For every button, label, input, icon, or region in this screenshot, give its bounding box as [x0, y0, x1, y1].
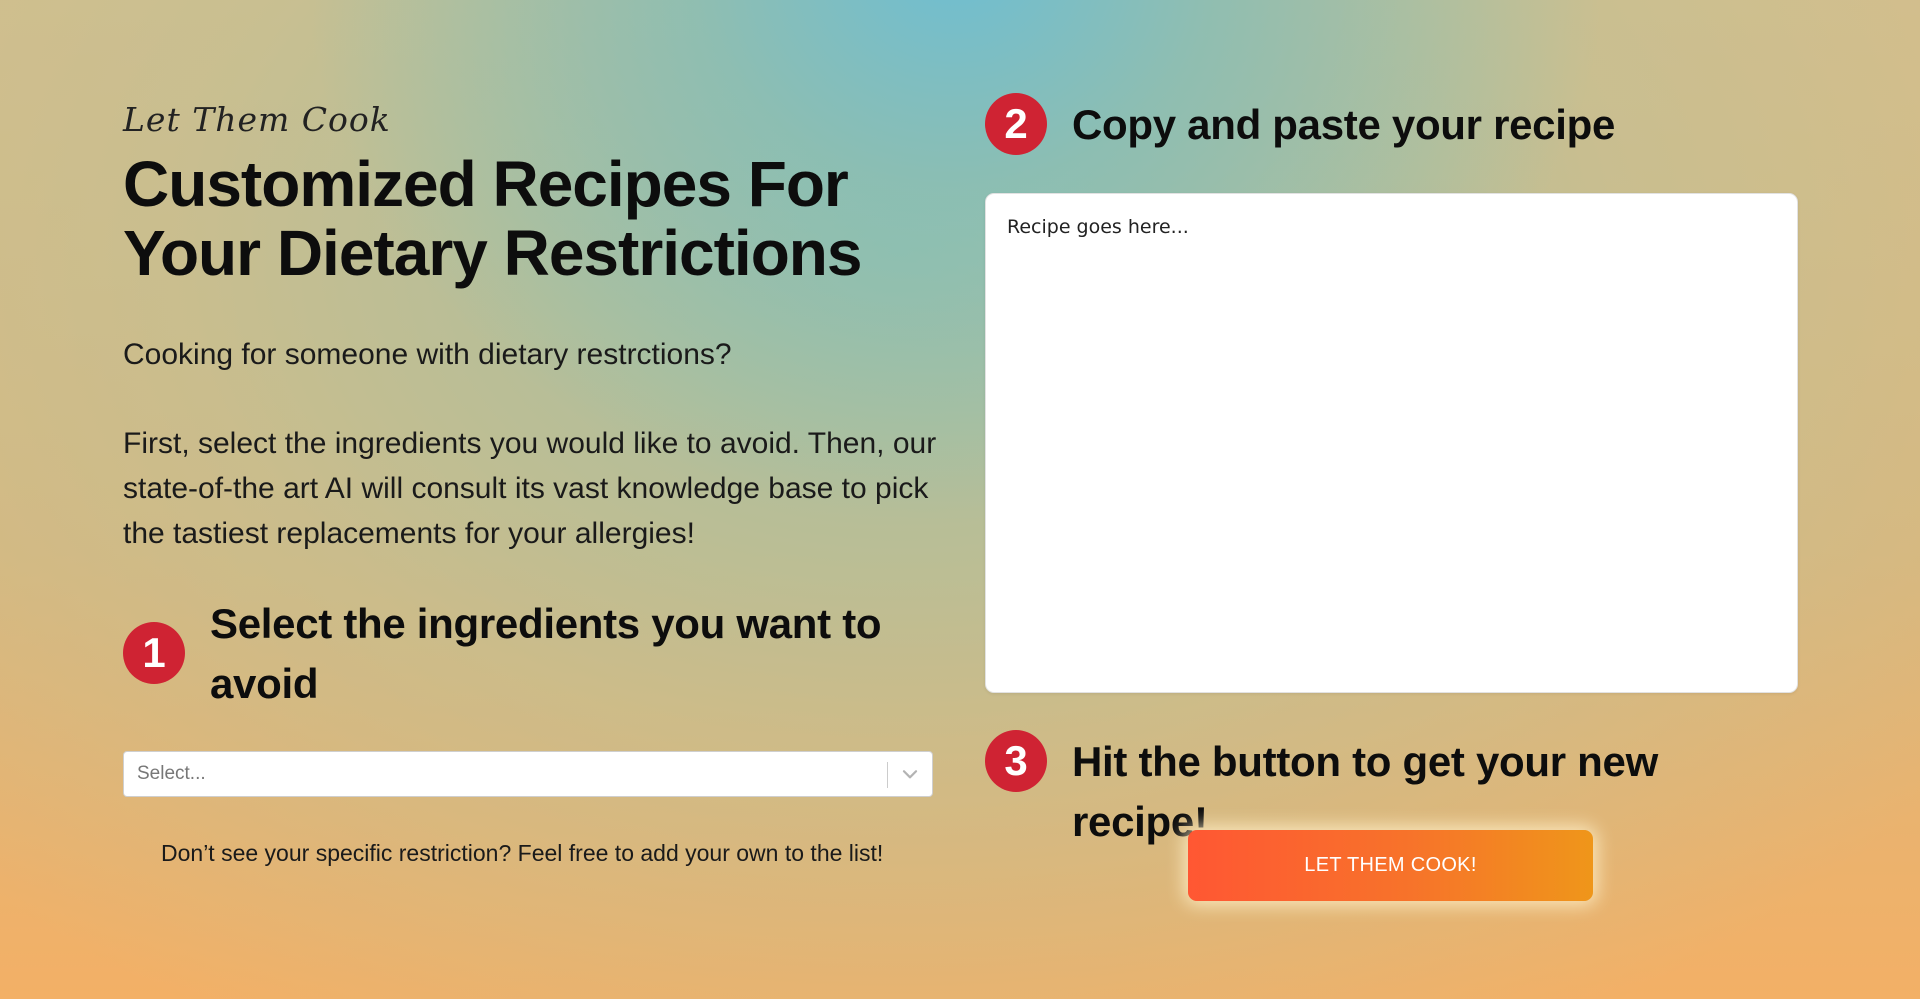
brand-name: Let Them Cook: [123, 100, 391, 139]
step-2-badge: 2: [985, 93, 1047, 155]
lead-text: Cooking for someone with dietary restrct…: [123, 338, 732, 371]
restriction-hint: Don’t see your specific restriction? Fee…: [161, 840, 884, 866]
page-title: Customized Recipes For Your Dietary Rest…: [123, 148, 862, 289]
chevron-down-icon[interactable]: [899, 763, 921, 785]
select-separator: [887, 762, 888, 788]
step-1-title: Select the ingredients you want to avoid: [210, 600, 882, 707]
step-2-title: Copy and paste your recipe: [1072, 101, 1616, 148]
let-them-cook-button[interactable]: LET THEM COOK!: [1188, 830, 1593, 901]
description-text: First, select the ingredients you would …: [123, 427, 937, 550]
ingredients-select[interactable]: Select...: [123, 751, 933, 797]
select-placeholder: Select...: [137, 763, 206, 784]
step-3-badge: 3: [985, 730, 1047, 792]
recipe-textarea[interactable]: [985, 193, 1798, 693]
step-1-badge: 1: [123, 622, 185, 684]
